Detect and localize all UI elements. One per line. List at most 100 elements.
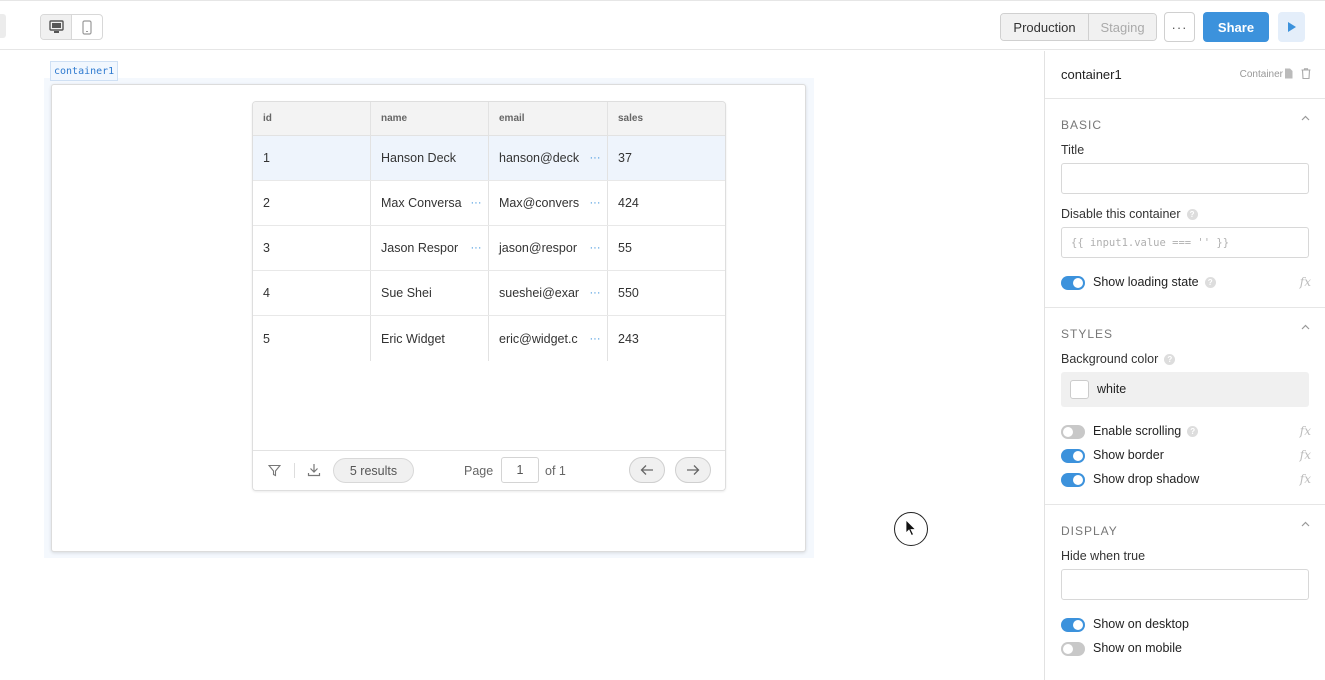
previous-page-button[interactable]	[629, 457, 665, 483]
results-count-badge: 5 results	[333, 458, 414, 483]
cell-id: 2	[253, 181, 371, 225]
cell-id: 4	[253, 271, 371, 315]
expand-cell-icon[interactable]: ···	[464, 226, 488, 270]
hide-when-true-label: Hide when true	[1061, 549, 1146, 563]
cell-email-text: eric@widget.c	[499, 331, 578, 346]
fx-icon[interactable]: fx	[1300, 472, 1311, 486]
cell-name: Max Conversa ···	[371, 181, 489, 225]
container-name-tag[interactable]: container1	[50, 61, 119, 81]
fx-icon[interactable]: fx	[1300, 424, 1311, 438]
column-header-email[interactable]: email	[489, 102, 608, 135]
next-page-button[interactable]	[675, 457, 711, 483]
page-total-label: of 1	[545, 464, 566, 478]
expand-cell-icon[interactable]: ···	[583, 136, 607, 180]
component-type: Container	[1239, 69, 1283, 80]
cell-name: Sue Shei	[371, 271, 489, 315]
table-row[interactable]: 2 Max Conversa ··· Max@convers ··· 424	[253, 181, 725, 226]
background-color-text: Background color	[1061, 352, 1159, 366]
cell-name: Eric Widget	[371, 316, 489, 361]
cell-email-text: hanson@deck	[499, 151, 580, 165]
cell-id: 1	[253, 136, 371, 180]
component-name[interactable]: container1	[1061, 67, 1122, 82]
env-production-button[interactable]: Production	[1001, 14, 1089, 40]
help-icon[interactable]: ?	[1164, 354, 1176, 365]
env-staging-button[interactable]: Staging	[1089, 14, 1156, 40]
cell-sales: 243	[618, 331, 639, 346]
help-icon[interactable]: ?	[1187, 426, 1199, 437]
filter-icon[interactable]	[268, 464, 281, 477]
desktop-view-button[interactable]	[41, 15, 72, 39]
cell-name: Hanson Deck	[371, 136, 489, 180]
column-header-name[interactable]: name	[371, 102, 489, 135]
preview-button[interactable]	[1278, 12, 1305, 42]
cell-email: jason@respor ···	[489, 226, 608, 270]
show-border-toggle[interactable]	[1061, 449, 1085, 463]
hide-when-true-input[interactable]	[1061, 569, 1309, 600]
show-loading-toggle[interactable]	[1061, 276, 1085, 290]
show-drop-shadow-toggle[interactable]	[1061, 473, 1085, 487]
show-border-label: Show border	[1093, 448, 1164, 462]
show-on-mobile-toggle[interactable]	[1061, 642, 1085, 656]
data-table[interactable]: id name email sales 1 Hanson Deck hanson…	[252, 101, 726, 491]
mobile-view-button[interactable]	[72, 15, 102, 39]
cell-name: Jason Respor ···	[371, 226, 489, 270]
trash-icon[interactable]	[1301, 68, 1311, 79]
background-color-label: Background color?	[1061, 352, 1176, 366]
section-styles-title: STYLES	[1061, 327, 1114, 341]
title-input[interactable]	[1061, 163, 1309, 194]
disable-container-input[interactable]: {{ input1.value === '' }}	[1061, 227, 1309, 258]
table-row[interactable]: 3 Jason Respor ··· jason@respor ··· 55	[253, 226, 725, 271]
desktop-icon	[48, 20, 64, 33]
fx-icon[interactable]: fx	[1300, 275, 1311, 289]
color-swatch[interactable]	[1070, 380, 1089, 399]
mobile-icon	[82, 19, 92, 35]
expand-cell-icon[interactable]: ···	[583, 181, 607, 225]
expand-cell-icon[interactable]: ···	[583, 271, 607, 315]
table-row[interactable]: 4 Sue Shei sueshei@exar ··· 550	[253, 271, 725, 316]
download-icon[interactable]	[307, 463, 321, 477]
title-label: Title	[1061, 143, 1085, 157]
fx-icon[interactable]: fx	[1300, 448, 1311, 462]
background-color-picker[interactable]: white	[1061, 372, 1309, 407]
mouse-cursor-highlight	[894, 512, 928, 546]
column-header-sales[interactable]: sales	[608, 102, 725, 135]
cell-id: 3	[253, 226, 371, 270]
section-basic-header[interactable]: BASIC	[1045, 98, 1325, 146]
section-display-header[interactable]: DISPLAY	[1045, 504, 1325, 552]
section-styles-header[interactable]: STYLES	[1045, 307, 1325, 355]
page-number-input[interactable]: 1	[501, 457, 539, 483]
expand-cell-icon[interactable]: ···	[464, 181, 488, 225]
share-button[interactable]: Share	[1203, 12, 1269, 42]
section-basic-title: BASIC	[1061, 118, 1103, 132]
show-loading-label: Show loading state?	[1093, 275, 1216, 289]
cell-email-text: jason@respor	[499, 241, 578, 255]
chevron-up-icon	[1301, 521, 1310, 527]
cell-name-text: Jason Respor	[381, 241, 459, 255]
show-on-mobile-label: Show on mobile	[1093, 641, 1182, 655]
cell-email-text: Max@convers	[499, 196, 580, 210]
play-icon	[1288, 22, 1296, 32]
disable-container-label: Disable this container?	[1061, 207, 1198, 221]
enable-scrolling-toggle[interactable]	[1061, 425, 1085, 439]
show-on-desktop-toggle[interactable]	[1061, 618, 1085, 632]
left-panel-handle[interactable]	[0, 14, 6, 38]
background-color-value: white	[1097, 382, 1127, 396]
table-row[interactable]: 1 Hanson Deck hanson@deck ··· 37	[253, 136, 725, 181]
more-options-button[interactable]: ···	[1164, 12, 1195, 42]
inspector-panel: container1 Container BASIC Title Disable…	[1044, 51, 1325, 680]
footer-divider	[294, 463, 295, 478]
expand-cell-icon[interactable]: ···	[583, 226, 607, 270]
cell-sales: 550	[618, 286, 639, 300]
chevron-up-icon	[1301, 115, 1310, 121]
column-header-id[interactable]: id	[253, 102, 371, 135]
cell-sales: 424	[618, 196, 639, 210]
table-row[interactable]: 5 Eric Widget eric@widget.c ··· 243	[253, 316, 725, 361]
cell-email: eric@widget.c ···	[489, 316, 608, 361]
expand-cell-icon[interactable]: ···	[583, 316, 607, 361]
arrow-left-icon	[640, 465, 653, 475]
page-label: Page	[464, 464, 494, 478]
device-toggle-group	[40, 14, 103, 40]
help-icon[interactable]: ?	[1204, 277, 1216, 288]
help-icon[interactable]: ?	[1186, 209, 1198, 220]
docs-icon[interactable]	[1284, 68, 1293, 79]
